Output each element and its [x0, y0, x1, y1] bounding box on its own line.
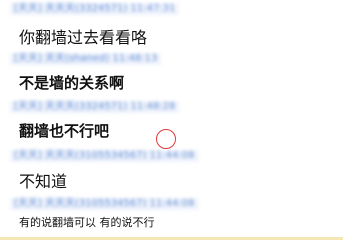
message-header: [天天] 天天天(3324571) 11:48:28: [9, 101, 180, 113]
message-text: 你翻墙过去看看咯: [19, 28, 148, 47]
message-header: [天天] 天天(shaned) 11:48:13: [9, 53, 162, 65]
chat-message-area[interactable]: [天天] 天天天(3324571) 11:47:31 你翻墙过去看看咯 [天天]…: [0, 0, 343, 240]
message-header: [天天] 天天天(3324571) 11:47:31: [9, 3, 180, 15]
message-text: 有的说翻墙可以 有的说不行: [19, 216, 155, 229]
cursor-highlight-icon: [156, 129, 176, 149]
message-header: [天天] 天天天(3105534567) 11:44:08: [10, 198, 198, 210]
message-header: [天天] 天天天(3105534567) 11:44:08: [10, 150, 198, 162]
message-text: 翻墙也不行吧: [19, 122, 110, 140]
message-text: 不是墙的关系啊: [19, 74, 125, 92]
message-text: 不知道: [19, 172, 68, 191]
